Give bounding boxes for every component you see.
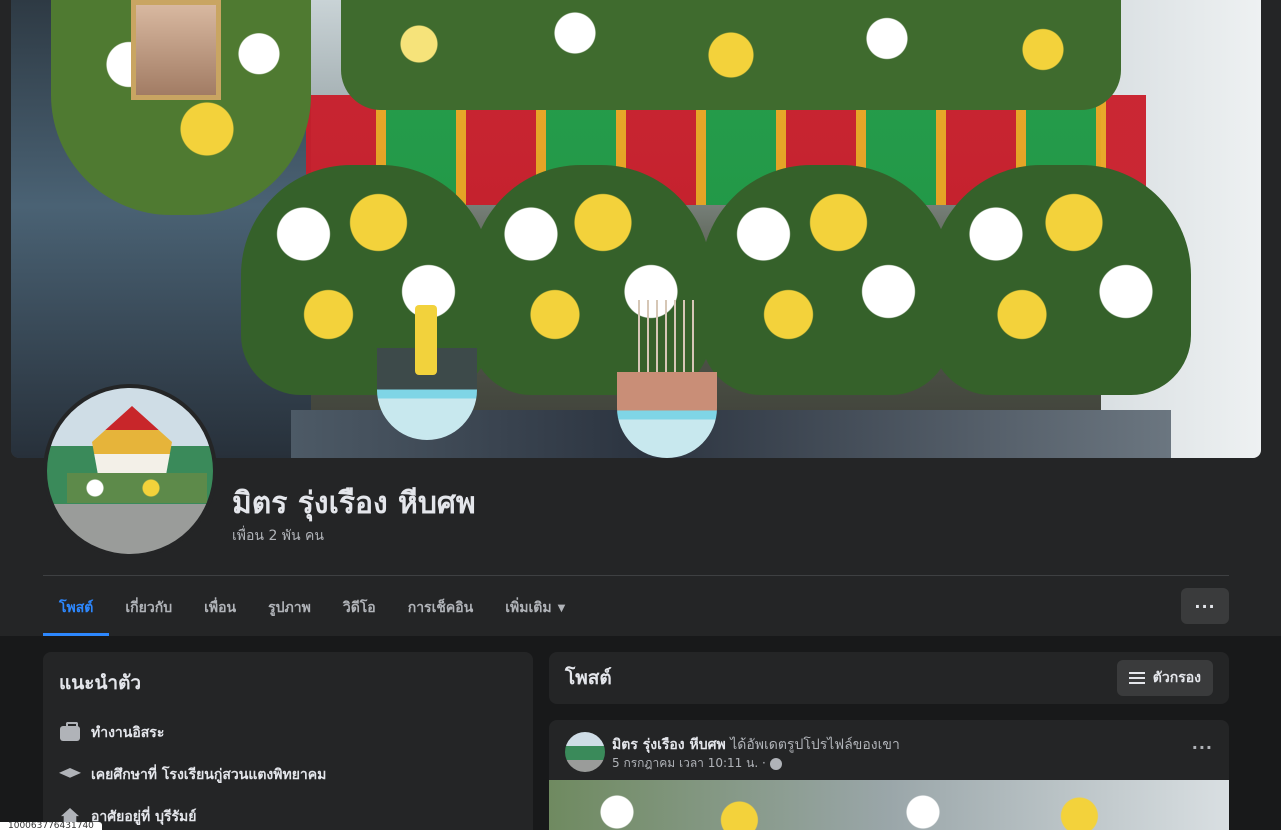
post-action: ได้อัพเดตรูปโปรไฟล์ของเขา <box>730 737 900 753</box>
friends-count[interactable]: เพื่อน 2 พัน คน <box>232 525 324 547</box>
intro-card: แนะนำตัว ทำงานอิสระ เคยศึกษาที่ โรงเรียน… <box>43 652 533 830</box>
intro-item-location: อาศัยอยู่ที่ บุรีรัมย์ <box>59 796 517 830</box>
tab-posts[interactable]: โพสต์ <box>43 580 110 636</box>
intro-item-education: เคยศึกษาที่ โรงเรียนกู่สวนแตงพิทยาคม <box>59 754 517 796</box>
status-bar-url: 100063776431740 <box>0 822 102 830</box>
post-menu-button[interactable]: ··· <box>1192 738 1213 757</box>
intro-item-work: ทำงานอิสระ <box>59 712 517 754</box>
tab-videos[interactable]: วิดีโอ <box>327 580 392 636</box>
post-meta: 5 กรกฎาคม เวลา 10:11 น. · <box>612 754 782 773</box>
post-header: มิตร รุ่งเรือง หีบศพ ได้อัพเดตรูปโปรไฟล์… <box>612 734 900 756</box>
filter-button[interactable]: ตัวกรอง <box>1116 660 1213 696</box>
profile-avatar[interactable] <box>43 384 217 558</box>
tab-friends[interactable]: เพื่อน <box>188 580 252 636</box>
post-image[interactable] <box>549 780 1229 830</box>
posts-header: โพสต์ ตัวกรอง <box>549 652 1229 704</box>
candle <box>415 305 437 375</box>
caret-down-icon: ▼ <box>557 602 566 614</box>
profile-name: มิตร รุ่งเรือง หีบศพ <box>232 486 476 521</box>
graduation-cap-icon <box>59 765 81 785</box>
briefcase-icon <box>59 721 81 743</box>
cover-photo[interactable] <box>11 0 1261 458</box>
more-options-button[interactable]: ··· <box>1181 588 1229 624</box>
post-timestamp[interactable]: 5 กรกฎาคม เวลา 10:11 น. · <box>612 754 766 773</box>
intro-title: แนะนำตัว <box>59 672 142 694</box>
globe-icon <box>769 757 782 770</box>
flower-wreath <box>701 165 951 395</box>
divider <box>43 575 1229 576</box>
filter-icon <box>1128 672 1145 684</box>
post-author-name[interactable]: มิตร รุ่งเรือง หีบศพ <box>612 737 726 753</box>
profile-tabs: โพสต์ เกี่ยวกับ เพื่อน รูปภาพ วิดีโอ การ… <box>43 580 581 636</box>
tab-photos[interactable]: รูปภาพ <box>252 580 327 636</box>
tab-more[interactable]: เพิ่มเติม ▼ <box>489 580 581 636</box>
posts-title: โพสต์ <box>565 667 612 689</box>
incense-sticks <box>631 300 701 380</box>
framed-portrait <box>131 0 221 100</box>
flower-wreath <box>931 165 1191 395</box>
tab-about[interactable]: เกี่ยวกับ <box>109 580 188 636</box>
post-author-avatar[interactable] <box>565 732 605 772</box>
tab-checkins[interactable]: การเช็คอิน <box>392 580 490 636</box>
post-card: มิตร รุ่งเรือง หีบศพ ได้อัพเดตรูปโปรไฟล์… <box>549 720 1229 830</box>
